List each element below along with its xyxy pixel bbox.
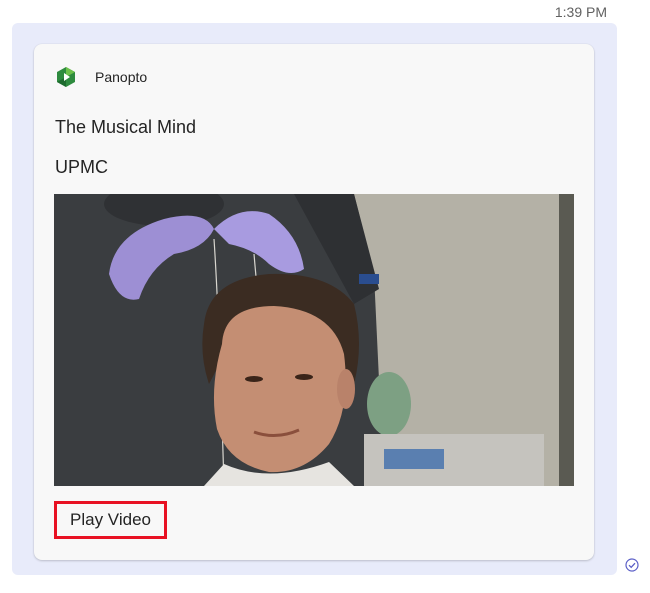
message-timestamp: 1:39 PM <box>554 4 607 20</box>
video-thumbnail-image <box>54 194 574 486</box>
panopto-logo-svg <box>57 67 75 87</box>
sent-check-icon <box>625 558 639 572</box>
card-title: The Musical Mind <box>55 117 197 137</box>
card-subtitle: UPMC <box>55 157 108 177</box>
play-video-button[interactable]: Play Video <box>54 501 167 539</box>
card-header: Panopto <box>56 66 147 88</box>
panopto-logo-icon <box>56 66 76 88</box>
app-name: Panopto <box>95 69 148 85</box>
video-thumbnail[interactable] <box>54 194 574 486</box>
adaptive-card: Panopto The Musical Mind UPMC Play Video <box>34 44 594 560</box>
